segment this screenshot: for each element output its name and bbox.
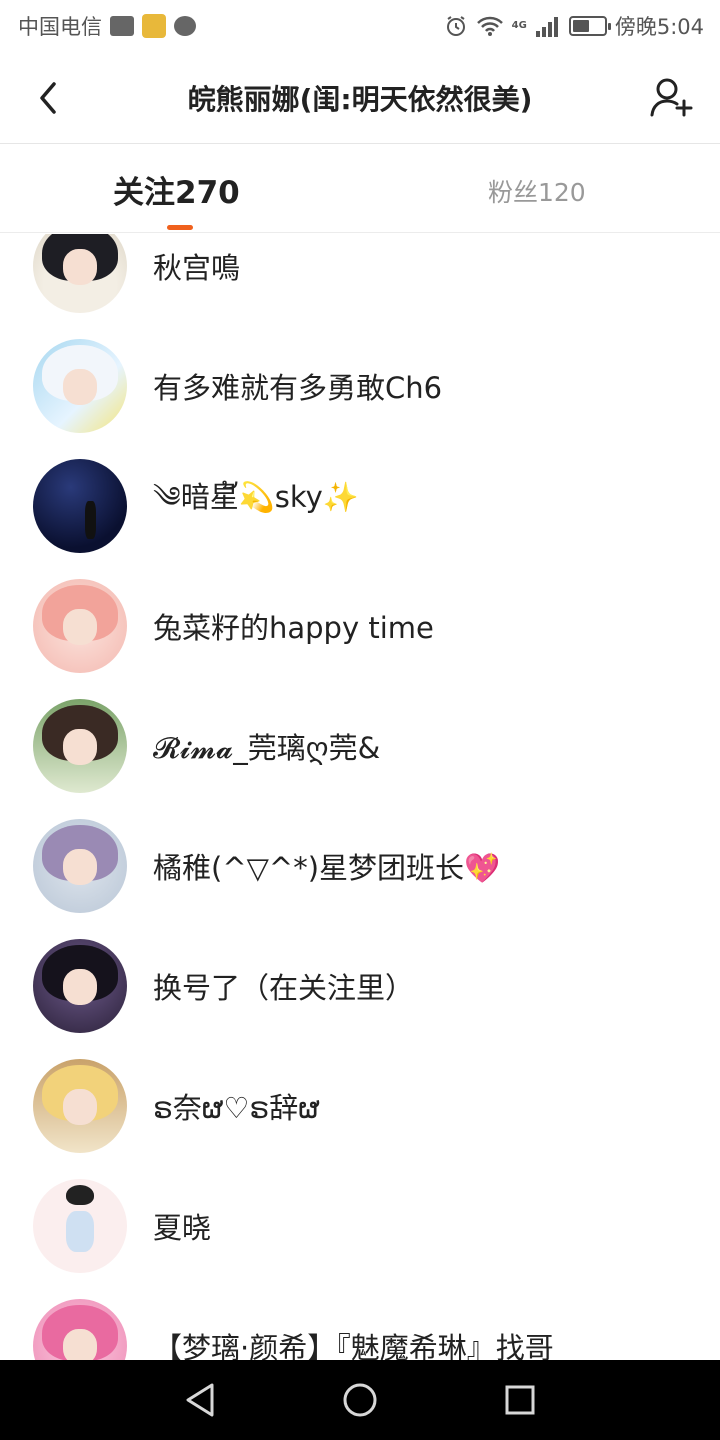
user-name: 秋宫鳴	[153, 251, 241, 285]
nav-home-button[interactable]	[340, 1380, 380, 1420]
user-name: 兔菜籽的happy time	[153, 611, 434, 645]
battery-icon	[568, 16, 611, 36]
user-name: 有多难就有多勇敢Ch6	[153, 371, 443, 405]
signal-icon	[535, 15, 561, 37]
nav-back-button[interactable]	[180, 1380, 220, 1420]
badge-icon	[142, 14, 166, 38]
wifi-icon	[476, 15, 504, 37]
list-item[interactable]: 换号了（在关注里）	[0, 926, 720, 1046]
user-name: ༄暗星້💫sky✨	[153, 480, 359, 514]
carrier-label: 中国电信	[18, 15, 102, 39]
active-tab-indicator	[167, 225, 193, 230]
user-name: 换号了（在关注里）	[153, 971, 415, 1005]
list-item[interactable]: ຣ奈ຜ♡ຣ辞ຜ	[0, 1046, 720, 1166]
back-button[interactable]	[24, 74, 72, 122]
avatar[interactable]	[33, 1179, 127, 1273]
list-item[interactable]: 夏晓	[0, 1166, 720, 1286]
user-name: 【梦璃·颜希】『魅魔希琳』找哥	[153, 1331, 554, 1360]
user-name: 橘稚(^▽^*)星梦团班长💖	[153, 851, 501, 885]
page-header: 皖熊丽娜(闺:明天依然很美)	[0, 52, 720, 144]
avatar[interactable]	[33, 699, 127, 793]
list-item[interactable]: 【梦璃·颜希】『魅魔希琳』找哥	[0, 1286, 720, 1360]
avatar[interactable]	[33, 1059, 127, 1153]
nav-recents-button[interactable]	[500, 1380, 540, 1420]
avatar[interactable]	[33, 459, 127, 553]
list-item[interactable]: 橘稚(^▽^*)星梦团班长💖	[0, 806, 720, 926]
nav-home-icon	[343, 1383, 377, 1417]
user-name: 夏晓	[153, 1211, 212, 1245]
list-item[interactable]: 兔菜籽的happy time	[0, 566, 720, 686]
chat-icon	[174, 16, 196, 36]
add-user-icon	[650, 78, 693, 117]
battery-fill	[572, 20, 590, 32]
user-name: ຣ奈ຜ♡ຣ辞ຜ	[153, 1091, 320, 1125]
avatar[interactable]	[33, 819, 127, 913]
status-left: 中国电信	[18, 11, 196, 41]
list-item[interactable]: ༄暗星້💫sky✨	[0, 446, 720, 566]
follow-tabs: 关注270 粉丝120	[0, 145, 720, 233]
nav-back-icon	[186, 1383, 214, 1417]
list-item[interactable]: 秋宫鳴	[0, 234, 720, 326]
tab-fans[interactable]: 粉丝120	[488, 173, 586, 209]
avatar[interactable]	[33, 1299, 127, 1360]
page-title: 皖熊丽娜(闺:明天依然很美)	[187, 82, 533, 116]
status-bar: 中国电信 4G 傍晚5:04	[0, 0, 720, 52]
alarm-icon	[444, 14, 468, 38]
avatar[interactable]	[33, 579, 127, 673]
tab-following[interactable]: 关注270	[113, 167, 240, 212]
user-name: 𝓡𝓲𝓶𝓪_莞璃ღ莞&	[153, 731, 381, 765]
avatar[interactable]	[33, 234, 127, 313]
list-item[interactable]: 有多难就有多勇敢Ch6	[0, 326, 720, 446]
chevron-left-icon	[40, 82, 56, 114]
pulse-icon	[110, 16, 134, 36]
network-type: 4G	[511, 20, 527, 31]
add-friend-button[interactable]	[646, 72, 698, 124]
clock: 傍晚5:04	[614, 15, 704, 39]
avatar[interactable]	[33, 939, 127, 1033]
nav-recents-icon	[505, 1385, 535, 1415]
list-item[interactable]: 𝓡𝓲𝓶𝓪_莞璃ღ莞&	[0, 686, 720, 806]
following-list[interactable]: 秋宫鳴 有多难就有多勇敢Ch6 ༄暗星້💫sky✨ 兔菜籽的happy time…	[0, 234, 720, 1360]
status-right: 4G 傍晚5:04	[444, 11, 704, 41]
system-nav-bar	[0, 1360, 720, 1440]
avatar[interactable]	[33, 339, 127, 433]
